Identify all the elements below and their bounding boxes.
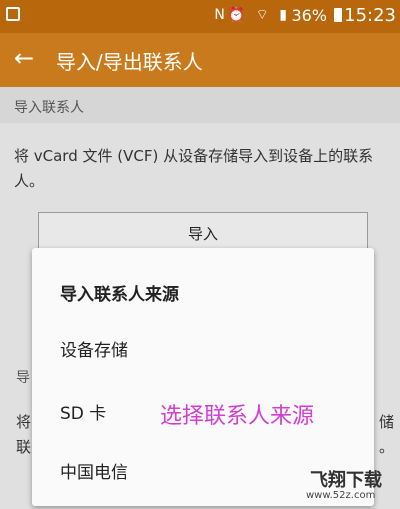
annotation-text: 选择联系人来源: [160, 404, 315, 429]
import-description: 将 vCard 文件 (VCF) 从设备存储导入到设备上的联系人。: [14, 147, 374, 190]
export-section-header-partial: 导: [16, 370, 30, 386]
watermark-url: www.52z.com: [306, 490, 376, 501]
battery-percentage: 36%: [291, 6, 327, 25]
battery-icon: [334, 8, 342, 22]
gallery-notification-icon: [6, 7, 20, 21]
app-bar: ← 导入/导出联系人: [0, 33, 400, 87]
import-button[interactable]: 导入: [38, 212, 368, 252]
import-section-header: 导入联系人: [0, 87, 400, 123]
dialog-title: 导入联系人来源: [60, 285, 179, 305]
status-icons: N⏰ ⌔ ▮: [214, 7, 290, 23]
export-description-partial: 联: [16, 438, 32, 456]
back-arrow-icon[interactable]: ←: [14, 43, 34, 73]
watermark-logo: 飞翔下载: [310, 470, 382, 491]
export-description-partial: 储: [378, 413, 394, 431]
status-bar: N⏰ ⌔ ▮ 36% 15:23: [0, 0, 400, 33]
export-description-partial: 。: [378, 438, 394, 456]
section-header-label: 导入联系人: [14, 100, 84, 116]
import-button-label: 导入: [187, 225, 218, 243]
option-sd-card[interactable]: SD 卡: [60, 399, 106, 424]
option-china-telecom[interactable]: 中国电信: [60, 458, 128, 483]
clock: 15:23: [344, 5, 396, 26]
export-description-partial: 将: [16, 413, 32, 431]
page-title: 导入/导出联系人: [56, 50, 203, 74]
option-device-storage[interactable]: 设备存储: [60, 336, 128, 361]
